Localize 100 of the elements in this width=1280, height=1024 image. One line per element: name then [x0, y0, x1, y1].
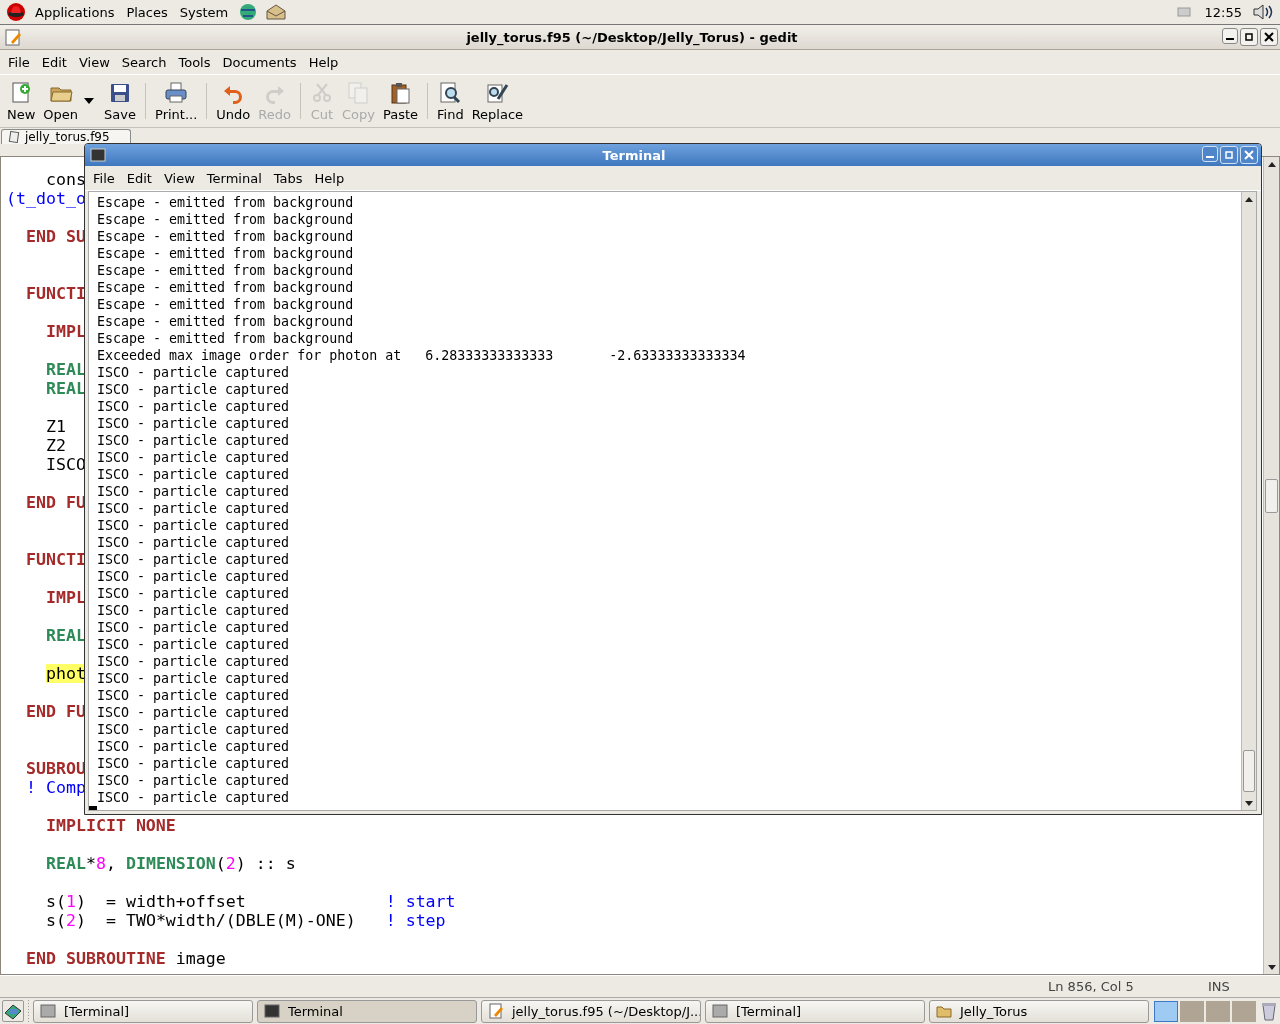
menu-item[interactable]: Help: [303, 54, 344, 70]
panel-menu[interactable]: Applications: [32, 4, 118, 20]
scrollbar-thumb[interactable]: [1265, 479, 1278, 513]
code-line: cons: [44, 170, 86, 189]
code-line: FUNCTI: [25, 550, 86, 569]
maximize-icon: [1244, 32, 1254, 42]
copy-icon: [346, 80, 371, 105]
output-line: Escape - emitted from background: [97, 194, 354, 211]
menu-item[interactable]: Edit: [121, 170, 157, 186]
scroll-down-icon[interactable]: [1245, 801, 1253, 806]
window-title: jelly_torus.f95 (~/Desktop/Jelly_Torus) - gedit: [466, 29, 798, 45]
menu-item[interactable]: View: [73, 54, 115, 70]
output-line: ISCO - particle captured: [97, 653, 290, 670]
folder-icon: [936, 1003, 952, 1019]
output-line: ISCO - particle captured: [97, 704, 290, 721]
code-line: FUNCTI: [25, 284, 86, 303]
toolbar-button[interactable]: New: [3, 78, 40, 124]
panel-menu[interactable]: Places: [123, 4, 171, 20]
output-line: ISCO - particle captured: [97, 619, 290, 636]
code-line: Z2: [44, 436, 66, 455]
menu-item[interactable]: Edit: [36, 54, 72, 70]
toolbar-button[interactable]: Paste: [378, 78, 423, 124]
workspace-button[interactable]: [1154, 1000, 1178, 1022]
toolbar-button[interactable]: Find: [433, 78, 468, 124]
window-title: Terminal: [602, 147, 666, 163]
output-line: ISCO - particle captured: [97, 670, 290, 687]
code-line: s(2) = TWO*width/(DBLE(M)-ONE) ! step: [44, 911, 446, 930]
scrollbar-thumb[interactable]: [1243, 750, 1255, 792]
output-line: Escape - emitted from background: [97, 279, 354, 296]
output-line: ISCO - particle captured: [97, 432, 290, 449]
code-line: IMPLICIT NONE: [44, 816, 176, 835]
show-desktop-icon[interactable]: [2, 1000, 24, 1022]
output-line: Escape - emitted from background: [97, 228, 354, 245]
menu-item[interactable]: Documents: [217, 54, 302, 70]
envelope-icon[interactable]: [265, 2, 288, 22]
output-line: ISCO - particle captured: [97, 449, 290, 466]
code-line: END SUBROUTINE image: [25, 949, 226, 968]
notepad-icon: [4, 28, 22, 46]
menu-item[interactable]: View: [158, 170, 200, 186]
code-line: Z1: [44, 417, 66, 436]
code-line: IMPL: [44, 322, 86, 341]
menu-item[interactable]: Tools: [173, 54, 216, 70]
panel-menu[interactable]: System: [176, 4, 232, 20]
toolbar-button[interactable]: Open: [39, 78, 83, 124]
toolbar-button[interactable]: Print...: [151, 78, 202, 124]
output-line: ISCO - particle captured: [97, 636, 290, 653]
output-line: ISCO - particle captured: [97, 568, 290, 585]
output-line: ISCO - particle captured: [97, 517, 290, 534]
scrollbar[interactable]: [1241, 192, 1256, 810]
hat-logo-icon[interactable]: [6, 2, 26, 22]
code-line: IMPL: [44, 588, 86, 607]
code-line: s(1) = width+offset ! start: [44, 892, 456, 911]
output-line: Escape - emitted from background: [97, 313, 354, 330]
minimize-icon: [1226, 38, 1234, 40]
taskbar-button[interactable]: [Terminal]: [33, 999, 253, 1023]
output-line: ISCO - particle captured: [97, 398, 290, 415]
code-line: ISCO: [44, 455, 86, 474]
insert-mode: INS: [1208, 979, 1230, 994]
output-line: ISCO - particle captured: [97, 381, 290, 398]
output-line: ISCO - particle captured: [97, 551, 290, 568]
code-line: SUBROU: [25, 759, 86, 778]
output-line: ISCO - particle captured: [97, 415, 290, 432]
clock[interactable]: 12:55: [1204, 4, 1242, 20]
menu-item[interactable]: File: [3, 54, 35, 70]
toolbar-button[interactable]: Replace: [467, 78, 528, 124]
terminal-icon: [712, 1003, 728, 1019]
document-tab[interactable]: jelly_torus.f95: [1, 129, 131, 144]
output-line: ISCO - particle captured: [97, 721, 290, 738]
taskbar-button[interactable]: Jelly_Torus: [929, 999, 1149, 1023]
speaker-icon[interactable]: [1252, 2, 1274, 22]
menu-item[interactable]: Help: [309, 170, 350, 186]
output-line: Escape - emitted from background: [97, 330, 354, 347]
taskbar-button[interactable]: [Terminal]: [705, 999, 925, 1023]
scroll-up-icon[interactable]: [1267, 162, 1276, 167]
taskbar-button[interactable]: Terminal: [257, 999, 477, 1023]
code-line: REAL: [44, 379, 86, 398]
scrollbar[interactable]: [1263, 157, 1279, 974]
toolbar-button[interactable]: Save: [100, 78, 140, 124]
output-line: ISCO - particle captured: [97, 483, 290, 500]
clipboard-icon: [388, 80, 413, 105]
maximize-button[interactable]: [1240, 28, 1258, 46]
toolbar-button[interactable]: Undo: [212, 78, 255, 124]
output-line: ISCO - particle captured: [97, 500, 290, 517]
code-line: REAL: [44, 626, 86, 645]
scroll-down-icon[interactable]: [1267, 965, 1276, 970]
code-line: (t_dot_o: [6, 189, 86, 208]
dropdown-arrow-icon[interactable]: [84, 97, 95, 105]
trash-icon[interactable]: [1260, 1001, 1278, 1021]
menu-item[interactable]: Terminal: [201, 170, 267, 186]
output-line: Escape - emitted from background: [97, 262, 354, 279]
minimize-button[interactable]: [1222, 28, 1238, 44]
output-line: ISCO - particle captured: [97, 602, 290, 619]
output-line: Escape - emitted from background: [97, 211, 354, 228]
close-button[interactable]: [1260, 28, 1278, 46]
code-line: REAL: [44, 360, 86, 379]
menu-item[interactable]: File: [88, 170, 120, 186]
notepad-icon: [488, 1003, 504, 1019]
menu-item[interactable]: Tabs: [268, 170, 308, 186]
menu-item[interactable]: Search: [116, 54, 172, 70]
scroll-up-icon[interactable]: [1245, 197, 1253, 202]
